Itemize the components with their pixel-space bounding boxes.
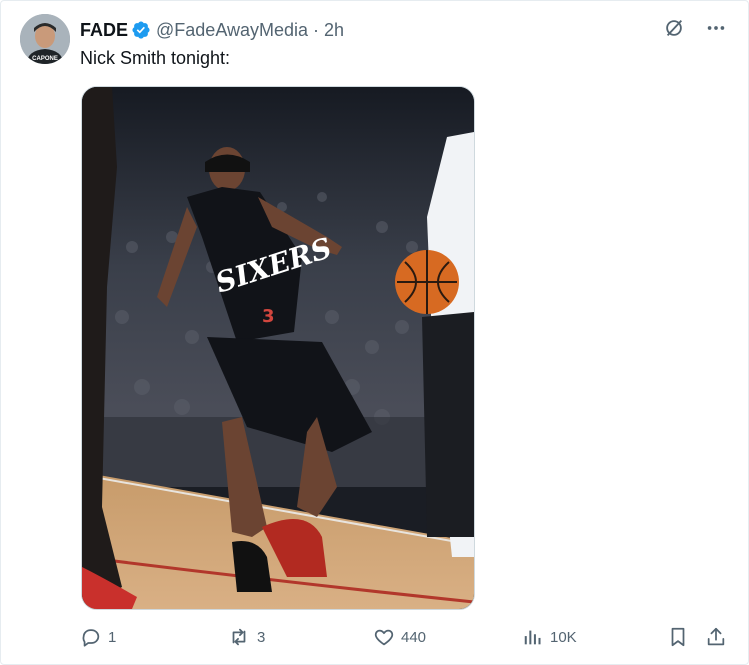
like-button[interactable]: 440	[373, 620, 426, 654]
author-name[interactable]: FADE	[80, 20, 128, 41]
post-header: FADE @FadeAwayMedia · 2h	[80, 18, 344, 42]
author-handle[interactable]: @FadeAwayMedia	[156, 20, 308, 41]
more-icon[interactable]	[705, 17, 727, 44]
repost-count: 3	[257, 628, 266, 646]
grok-icon[interactable]	[663, 17, 685, 44]
verified-badge-icon	[131, 20, 151, 40]
views-button[interactable]: 10K	[522, 620, 577, 654]
like-count: 440	[401, 628, 427, 646]
post-text: Nick Smith tonight:	[80, 48, 231, 68]
avatar-shirt-text: CAPONE	[32, 56, 58, 62]
reply-count: 1	[108, 628, 117, 646]
like-icon	[373, 626, 395, 648]
avatar[interactable]: CAPONE	[20, 14, 70, 64]
repost-button[interactable]: 3	[227, 620, 265, 654]
bookmark-icon	[667, 626, 689, 648]
separator-dot: ·	[313, 19, 320, 40]
repost-icon	[227, 626, 251, 648]
reply-button[interactable]: 1	[80, 620, 116, 654]
reply-icon	[80, 626, 102, 648]
post-timestamp[interactable]: 2h	[324, 20, 344, 41]
bookmark-button[interactable]	[667, 620, 689, 654]
post-media-image[interactable]: SIXERS 3	[81, 86, 475, 610]
views-icon	[522, 626, 544, 648]
post-action-bar: 1 3 440 10K	[0, 620, 749, 654]
post-top-actions	[663, 17, 727, 44]
jersey-number: 3	[262, 306, 275, 327]
basketball-photo: SIXERS 3	[82, 87, 474, 609]
share-icon	[705, 626, 727, 648]
share-button[interactable]	[705, 620, 727, 654]
avatar-image: CAPONE	[20, 14, 70, 64]
views-count: 10K	[550, 628, 577, 646]
